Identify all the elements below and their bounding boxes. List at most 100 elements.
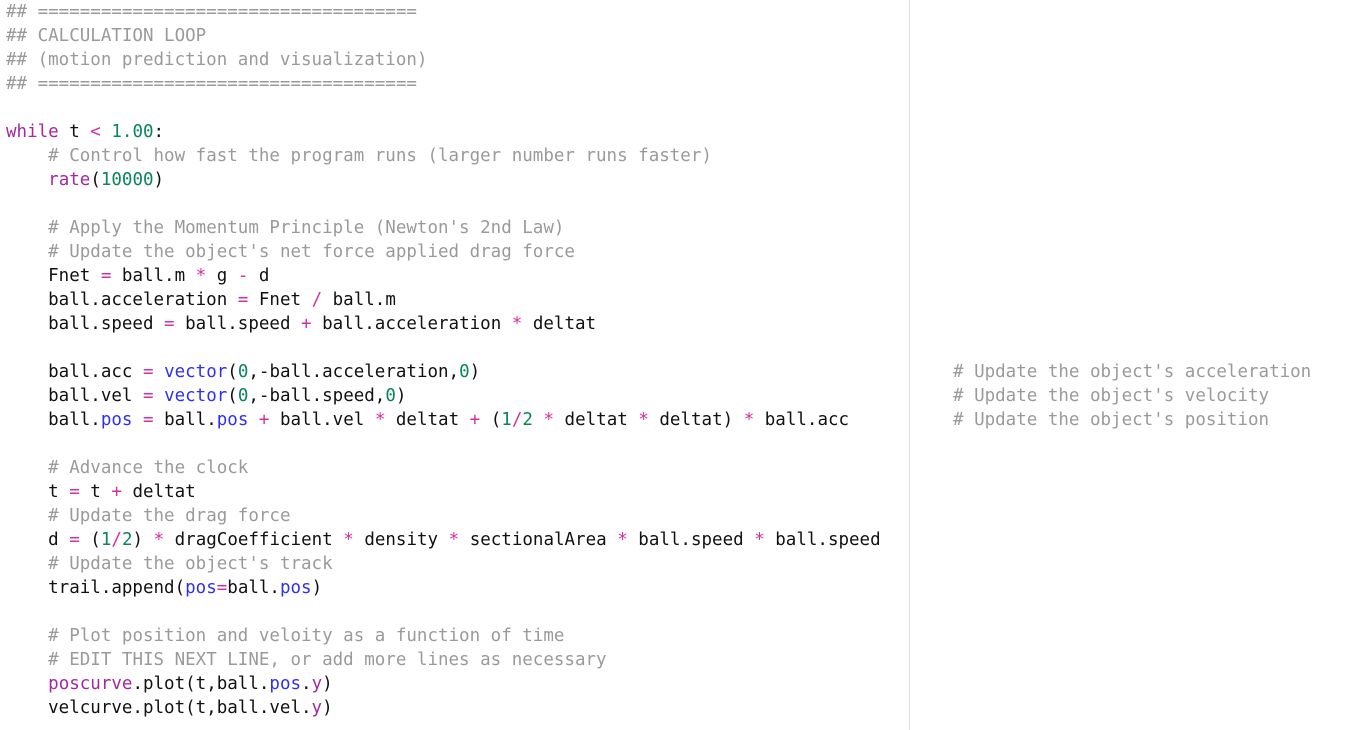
code-token: 0 — [459, 362, 470, 382]
code-token: = — [142, 386, 154, 406]
code-token: ## ==================================== — [6, 74, 417, 94]
code-line[interactable] — [6, 432, 881, 456]
code-token: * — [743, 410, 755, 430]
code-token: * — [153, 530, 165, 550]
code-token: * — [511, 314, 523, 334]
code-token: + — [301, 314, 312, 334]
code-line[interactable]: ball.acceleration = Fnet / ball.m — [6, 288, 881, 312]
code-token: ball.acceleration — [311, 314, 512, 334]
code-token: dragCoefficient — [164, 530, 344, 550]
code-token: 1 — [501, 410, 512, 430]
code-line[interactable]: # Update the object's net force applied … — [6, 240, 881, 264]
code-token: t — [6, 482, 70, 502]
code-token: = — [216, 578, 228, 598]
code-line[interactable]: # Update the object's track — [6, 552, 881, 576]
code-token: + — [111, 482, 122, 502]
code-editor[interactable]: ## ==================================== #… — [0, 0, 1359, 730]
code-token: : — [153, 122, 165, 142]
code-line[interactable]: poscurve.plot(t,ball.pos.y) — [6, 672, 881, 696]
code-token: # Update the drag force — [48, 506, 291, 526]
code-token: deltat — [554, 410, 639, 430]
code-token: deltat — [522, 314, 597, 334]
code-token: ball.speed — [6, 314, 165, 334]
code-token: 1 — [100, 530, 112, 550]
code-token: 1.00 — [111, 122, 154, 142]
code-line[interactable]: # Apply the Momentum Principle (Newton's… — [6, 216, 881, 240]
code-token: rate — [48, 170, 91, 190]
code-line[interactable]: # Advance the clock — [6, 456, 881, 480]
code-line[interactable]: ball.acc = vector(0,-ball.acceleration,0… — [6, 360, 881, 384]
code-token: . — [301, 674, 312, 694]
code-line[interactable]: velcurve.plot(t,ball.vel.y) — [6, 696, 881, 720]
code-line[interactable]: while t < 1.00: — [6, 120, 881, 144]
code-token: ball. — [227, 578, 280, 598]
code-line[interactable]: ## CALCULATION LOOP — [6, 24, 881, 48]
code-token: = — [142, 362, 154, 382]
code-token: deltat — [385, 410, 470, 430]
code-token: * — [617, 530, 628, 550]
code-area[interactable]: ## ==================================== #… — [6, 0, 881, 720]
code-token: = — [164, 314, 175, 334]
code-token: ) — [395, 386, 407, 406]
code-line[interactable]: ball.speed = ball.speed + ball.accelerat… — [6, 312, 881, 336]
code-line[interactable]: ball.pos = ball.pos + ball.vel * deltat … — [6, 408, 881, 432]
code-line[interactable]: trail.append(pos=ball.pos) — [6, 576, 881, 600]
code-line[interactable]: ## ==================================== — [6, 0, 881, 24]
code-line[interactable]: ## ==================================== — [6, 72, 881, 96]
code-token: ) — [311, 578, 323, 598]
code-line[interactable] — [6, 96, 881, 120]
code-token: g — [206, 266, 238, 286]
code-line[interactable]: # Update the drag force — [6, 504, 881, 528]
code-token: ## CALCULATION LOOP — [6, 26, 207, 46]
code-line[interactable]: # Plot position and veloity as a functio… — [6, 624, 881, 648]
code-token: 0 — [385, 386, 396, 406]
code-token: * — [195, 266, 207, 286]
code-line[interactable]: ball.vel = vector(0,-ball.speed,0) — [6, 384, 881, 408]
code-line[interactable]: # EDIT THIS NEXT LINE, or add more lines… — [6, 648, 881, 672]
code-token: ) — [469, 362, 481, 382]
code-token: ball.vel — [269, 410, 375, 430]
code-token: / — [511, 410, 523, 430]
code-token: ( — [79, 530, 101, 550]
code-token: ball.m — [322, 290, 396, 310]
code-line[interactable]: ## (motion prediction and visualization) — [6, 48, 881, 72]
code-token: ) — [322, 674, 333, 694]
code-line[interactable]: d = (1/2) * dragCoefficient * density * … — [6, 528, 881, 552]
code-token: .plot(t,ball. — [132, 674, 270, 694]
code-token: ball.speed — [174, 314, 302, 334]
code-token: Fnet — [6, 266, 101, 286]
code-token: ( — [90, 170, 101, 190]
code-token: y — [311, 698, 323, 718]
code-line[interactable]: # Control how fast the program runs (lar… — [6, 144, 881, 168]
code-line[interactable]: Fnet = ball.m * g - d — [6, 264, 881, 288]
code-token: < — [90, 122, 101, 142]
code-line[interactable]: t = t + deltat — [6, 480, 881, 504]
code-line[interactable]: rate(10000) — [6, 168, 881, 192]
code-token: ( — [480, 410, 502, 430]
code-token: ball. — [6, 410, 101, 430]
code-token: trail.append( — [6, 578, 186, 598]
code-token: vector — [164, 386, 228, 406]
code-token: ) — [153, 170, 165, 190]
code-line[interactable] — [6, 336, 881, 360]
code-token: ball.speed — [627, 530, 755, 550]
code-token: + — [469, 410, 481, 430]
code-token: = — [237, 290, 249, 310]
code-token: 2 — [522, 410, 533, 430]
code-token: ) — [322, 698, 333, 718]
code-token: ball.speed — [764, 530, 881, 550]
code-token: + — [258, 410, 270, 430]
code-token: pos — [100, 410, 133, 430]
code-token: / — [311, 290, 323, 310]
code-token: pos — [279, 578, 312, 598]
code-token: # Control how fast the program runs (lar… — [48, 146, 712, 166]
code-line[interactable] — [6, 192, 881, 216]
code-line[interactable] — [6, 600, 881, 624]
code-token: ( — [227, 362, 238, 382]
code-token: # Update the object's net force applied … — [48, 242, 575, 262]
